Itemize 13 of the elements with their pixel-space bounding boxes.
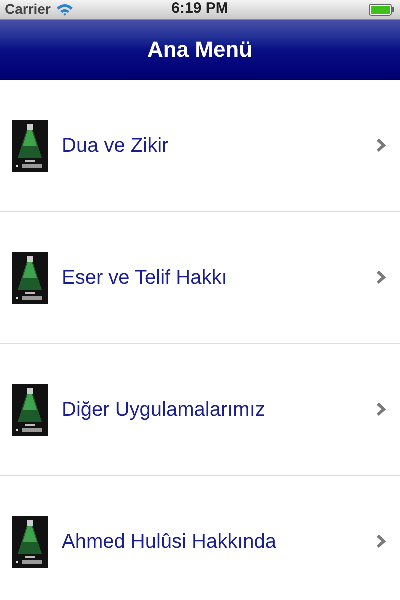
menu-label: Ahmed Hulûsi Hakkında [62, 530, 278, 554]
chevron-icon [376, 402, 386, 417]
chevron-icon [376, 138, 386, 153]
status-time: 6:19 PM [172, 0, 228, 20]
wifi-icon [56, 3, 74, 16]
nav-title: Ana Menü [147, 36, 253, 64]
chevron-icon [376, 534, 386, 549]
battery-icon [368, 4, 395, 16]
menu-label: Diğer Uygulamalarımız [62, 398, 266, 422]
chevron-icon [376, 270, 386, 285]
menu-label: Dua ve Zikir [62, 134, 170, 158]
carrier-label: Carrier [5, 0, 51, 19]
menu-label: Eser ve Telif Hakkı [62, 266, 228, 290]
